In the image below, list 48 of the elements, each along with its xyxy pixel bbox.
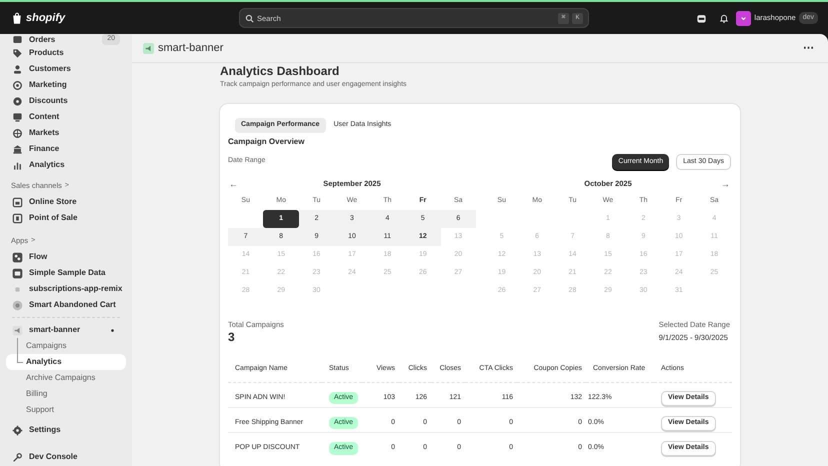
megaphone-icon (12, 324, 23, 336)
globe-icon (12, 128, 23, 138)
sidebar-item[interactable]: Orders (29, 34, 56, 46)
sidebar-item[interactable]: Online Store (29, 196, 77, 208)
target-icon (12, 80, 23, 90)
next-month-button[interactable]: → (721, 178, 730, 192)
box-icon (12, 34, 23, 45)
app-tile-icon (12, 300, 23, 310)
app-tile-icon (12, 268, 23, 278)
sidebar-subitem[interactable]: Billing (26, 388, 48, 400)
stat-value: 3 (228, 330, 236, 344)
sidebar-item[interactable]: Customers (29, 63, 71, 75)
shopping-bag-icon (11, 12, 23, 24)
sidebar-item[interactable]: Point of Sale (29, 212, 78, 224)
sidebar-subitem[interactable]: Campaigns (26, 340, 66, 352)
sidebar-item[interactable]: Simple Sample Data (29, 267, 106, 279)
wrench-icon (12, 452, 23, 462)
sidebar-item[interactable]: Flow (29, 251, 48, 263)
person-icon (12, 64, 23, 74)
megaphone-icon (143, 42, 154, 54)
app-title: smart-banner (158, 40, 224, 56)
sidebar-item[interactable]: Marketing (29, 79, 67, 91)
sidebar-item[interactable]: Dev Console (29, 451, 78, 463)
bank-icon (12, 144, 23, 154)
avatar-icon (736, 10, 752, 26)
sidebar-subitem[interactable]: Support (26, 404, 54, 416)
sidebar-item[interactable]: Markets (29, 127, 60, 139)
bell-icon (719, 12, 730, 24)
previous-month-button[interactable]: ← (229, 178, 238, 192)
logo-text[interactable]: shopify (26, 10, 66, 26)
sidebar-item[interactable]: smart-banner (29, 324, 80, 336)
sidebar-item[interactable]: Analytics (29, 159, 65, 171)
sidebar-item[interactable]: Products (29, 47, 64, 59)
monitor-icon (12, 112, 23, 122)
section-title: Campaign Overview (228, 136, 306, 148)
sidebar-item[interactable]: Finance (29, 143, 60, 155)
sidebar-subitem[interactable]: Archive Campaigns (26, 372, 96, 384)
sidebar-item[interactable]: Discounts (29, 95, 68, 107)
search-icon (245, 14, 254, 22)
app-tile-icon (12, 252, 23, 262)
page-title: Analytics Dashboard (220, 63, 340, 79)
settings-icon (12, 424, 23, 436)
sidebar-item[interactable]: Content (29, 111, 60, 123)
sidebar-item[interactable]: Smart Abandoned Cart (29, 299, 116, 311)
sidebar-item[interactable]: Settings (29, 424, 61, 436)
tag-icon (12, 48, 23, 58)
sidebar-item[interactable]: subscriptions-app-remix (29, 283, 122, 295)
more-menu-icon[interactable]: ⋯ (803, 42, 814, 54)
